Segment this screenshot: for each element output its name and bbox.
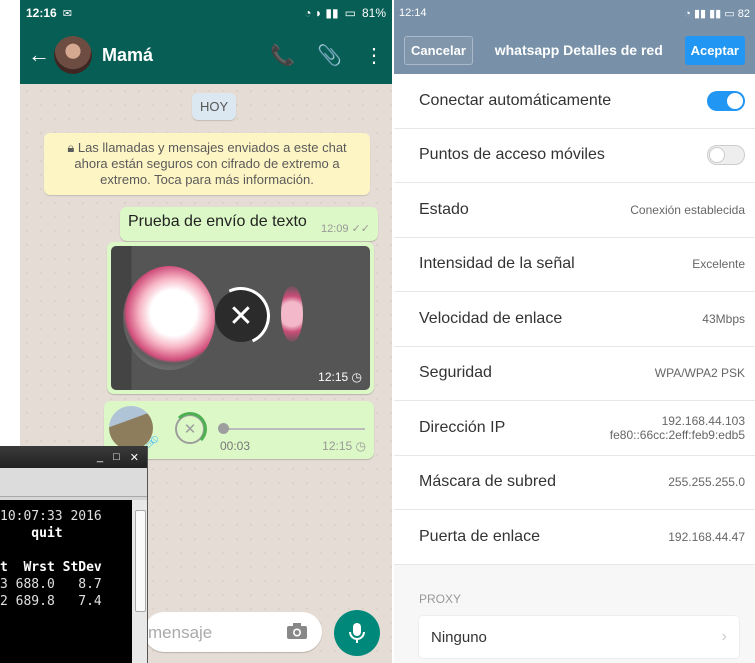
terminal-window: _ □ ✕ 10:07:33 2016 quit t Wrst StDev 3 6…	[0, 446, 148, 663]
encryption-text: Las llamadas y mensajes enviados a este …	[74, 140, 347, 187]
camera-icon[interactable]	[286, 622, 308, 640]
row-label: Puntos de acceso móviles	[419, 146, 605, 164]
message-input[interactable]: mensaje	[144, 612, 322, 652]
row-label: Máscara de subred	[419, 473, 556, 491]
text-message[interactable]: Prueba de envío de texto 12:09 ✓✓	[120, 207, 378, 241]
row-value: WPA/WPA2 PSK	[654, 366, 745, 381]
message-time: 12:09	[320, 223, 349, 235]
terminal-titlebar: _ □ ✕	[0, 446, 147, 468]
input-placeholder: mensaje	[148, 623, 213, 642]
clock-icon: ◷	[351, 370, 362, 384]
notification-icon: ✉	[62, 7, 72, 20]
more-vert-icon[interactable]: ⋮	[364, 43, 384, 68]
porthole-shape	[123, 266, 215, 370]
auto-connect-row[interactable]: Conectar automáticamente	[394, 74, 755, 129]
terminal-line: 2 689.8 7.4	[0, 594, 102, 609]
microphone-icon	[349, 623, 365, 643]
message-time: 12:15	[318, 370, 349, 384]
ipv4-value: 192.168.44.103	[661, 413, 745, 428]
row-value: 192.168.44.103 fe80::66cc:2eff:feb9:edb5	[610, 414, 745, 442]
row-label: Puerta de enlace	[419, 527, 540, 545]
chevron-right-icon: ›	[721, 628, 727, 645]
phone-call-icon[interactable]: 📞	[270, 43, 295, 68]
battery-level: 82	[737, 7, 750, 20]
voice-duration: 00:03	[220, 439, 251, 453]
cancel-upload-icon[interactable]: ✕	[215, 290, 267, 342]
proxy-select[interactable]: Ninguno ›	[419, 616, 739, 658]
signal-strength-row: Intensidad de la señal Excelente	[394, 237, 755, 292]
ipv6-value: fe80::66cc:2eff:feb9:edb5	[609, 427, 745, 442]
row-value: 192.168.44.47	[668, 529, 745, 544]
image-message[interactable]: ✕ 12:15 ◷	[107, 242, 374, 394]
lock-icon: 🔒︎	[67, 140, 78, 155]
close-icon[interactable]: ✕	[130, 451, 139, 464]
scrollbar-thumb[interactable]	[135, 510, 146, 612]
proxy-section: PROXY Ninguno ›	[394, 566, 755, 663]
contact-avatar[interactable]	[54, 36, 92, 74]
microphone-button[interactable]	[334, 610, 380, 656]
terminal-line: 3 688.0 8.7	[0, 577, 102, 592]
message-time: 12:15 ◷	[322, 439, 366, 453]
row-label: Estado	[419, 200, 469, 218]
signal-icon: ◔ ▮▮ ▮▮ ▭	[684, 7, 738, 20]
contact-name[interactable]: Mamá	[102, 45, 153, 66]
row-label: Dirección IP	[419, 418, 506, 436]
battery-level: 81%	[361, 6, 386, 20]
mobile-hotspot-toggle[interactable]	[707, 145, 745, 166]
link-speed-row: Velocidad de enlace 43Mbps	[394, 292, 755, 347]
voice-progress-track[interactable]	[220, 428, 365, 430]
cancel-voice-upload-icon[interactable]: ✕	[173, 412, 207, 446]
security-row: Seguridad WPA/WPA2 PSK	[394, 346, 755, 401]
row-label: Seguridad	[419, 364, 492, 382]
row-value: 255.255.255.0	[668, 475, 745, 490]
status-bar: 12:16 ✉ ◔ ◗ ▮▮ ▭ 81%	[20, 0, 392, 26]
mobile-hotspot-row[interactable]: Puntos de acceso móviles	[394, 128, 755, 183]
proxy-label: PROXY	[419, 592, 462, 606]
battery-icon: ▭	[344, 6, 356, 20]
row-value: Excelente	[692, 257, 745, 272]
maximize-icon[interactable]: □	[113, 451, 120, 463]
dialog-title: whatsapp Detalles de red	[494, 42, 663, 58]
image-thumbnail[interactable]: ✕ 12:15 ◷	[111, 246, 370, 390]
voice-progress-handle[interactable]	[218, 423, 229, 434]
porthole-shape	[281, 286, 303, 342]
auto-connect-toggle[interactable]	[707, 90, 745, 111]
row-value: 43Mbps	[702, 311, 745, 326]
status-row: Estado Conexión establecida	[394, 183, 755, 238]
row-label: Velocidad de enlace	[419, 309, 563, 327]
date-chip: HOY	[192, 93, 237, 120]
cancel-button[interactable]: Cancelar	[404, 35, 473, 65]
scrollbar[interactable]	[132, 500, 147, 663]
terminal-line: quit	[0, 526, 63, 541]
network-details-screen: 12:14 ◔ ▮▮ ▮▮ ▭ 82 Cancelar whatsapp Det…	[394, 0, 755, 663]
double-check-icon: ✓✓	[351, 223, 370, 235]
subnet-mask-row: Máscara de subred 255.255.255.0	[394, 455, 755, 510]
encryption-notice[interactable]: 🔒︎ Las llamadas y mensajes enviados a es…	[44, 133, 370, 195]
terminal-menubar	[0, 468, 147, 497]
proxy-value: Ninguno	[431, 628, 487, 646]
status-time: 12:14	[399, 7, 427, 19]
paperclip-icon[interactable]: 📎	[317, 43, 342, 68]
terminal-header-line: t Wrst StDev	[0, 560, 102, 575]
ip-address-row: Dirección IP 192.168.44.103 fe80::66cc:2e…	[394, 401, 755, 456]
row-label: Conectar automáticamente	[419, 91, 612, 109]
chat-header: ← Mamá 📞 📎 ⋮	[20, 26, 392, 84]
clock-icon: ◷	[355, 439, 366, 453]
status-bar: 12:14 ◔ ▮▮ ▮▮ ▭ 82	[394, 0, 755, 26]
accept-button[interactable]: Aceptar	[684, 35, 745, 65]
minimize-icon[interactable]: _	[97, 451, 103, 463]
arrow-left-icon[interactable]: ←	[28, 42, 50, 68]
gateway-row: Puerta de enlace 192.168.44.47	[394, 510, 755, 565]
message-text: Prueba de envío de texto	[128, 213, 307, 230]
status-time: 12:16	[26, 6, 57, 20]
terminal-output[interactable]: 10:07:33 2016 quit t Wrst StDev 3 688.0 8…	[0, 500, 132, 663]
dialog-header: Cancelar whatsapp Detalles de red Acepta…	[394, 26, 755, 74]
row-value: Conexión establecida	[630, 202, 745, 217]
row-label: Intensidad de la señal	[419, 255, 575, 273]
wifi-signal-icon: ◔ ◗ ▮▮	[304, 6, 339, 20]
terminal-line: 10:07:33 2016	[0, 509, 102, 524]
